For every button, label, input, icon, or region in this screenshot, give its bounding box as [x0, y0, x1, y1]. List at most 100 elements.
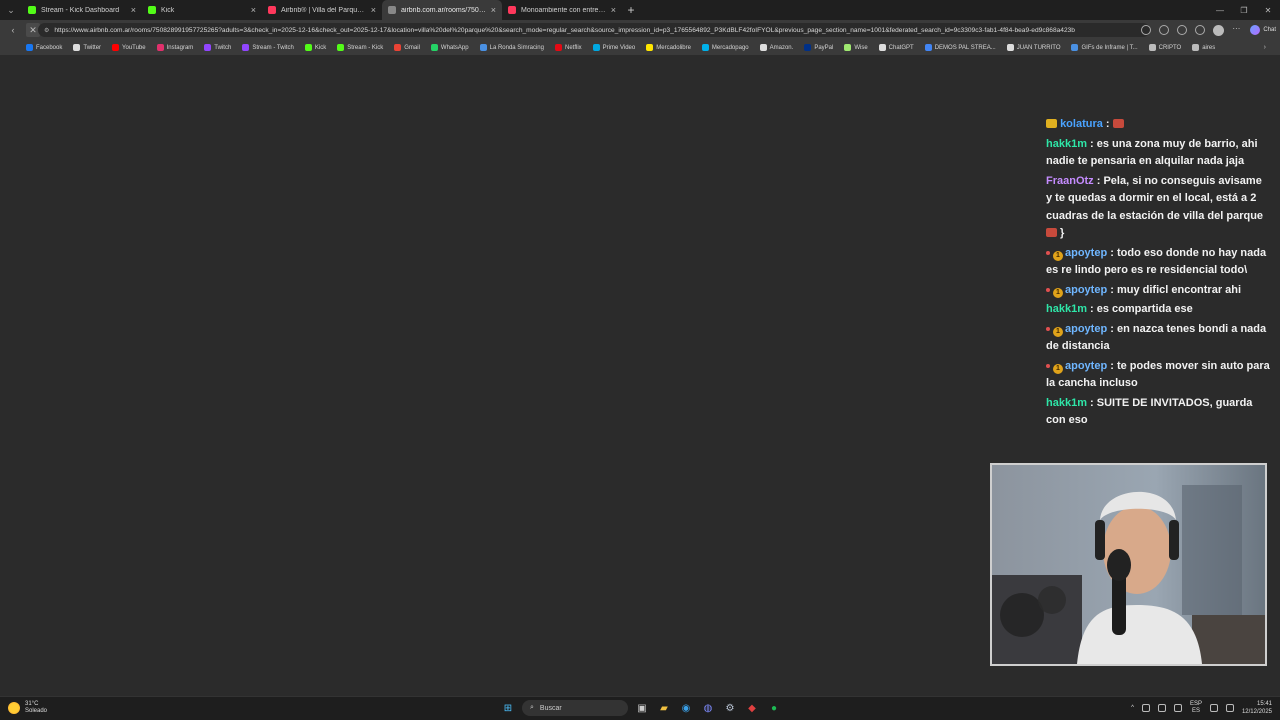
- bookmark-item[interactable]: ChatGPT: [878, 44, 914, 51]
- browser-tab[interactable]: airbnb.com.ar/rooms/75082891 ×: [382, 0, 502, 20]
- bookmark-favicon-icon: [701, 44, 709, 51]
- task-view-icon[interactable]: ▣: [634, 700, 650, 716]
- chat-message: 1 apoytep : te podes mover sin auto para …: [1046, 359, 1270, 389]
- tab-close-icon[interactable]: ×: [611, 5, 616, 15]
- clock[interactable]: 15:41 12/12/2025: [1242, 700, 1272, 716]
- collections-icon[interactable]: [1195, 25, 1206, 35]
- bookmark-star-icon[interactable]: [1141, 25, 1152, 35]
- tab-search-icon[interactable]: ⌄: [0, 0, 22, 20]
- bookmark-label: Kick: [314, 44, 327, 51]
- tray-app3-icon[interactable]: [1173, 704, 1182, 712]
- profile-avatar[interactable]: [1213, 24, 1225, 36]
- tab-close-icon[interactable]: ×: [491, 5, 496, 15]
- windows-start-icon[interactable]: ⊞: [500, 700, 516, 716]
- streaming-app-icon[interactable]: ◆: [744, 700, 760, 716]
- network-icon[interactable]: [1209, 704, 1218, 712]
- taskbar-apps: ⊞ ⌕ Buscar ▣ ▰ ◉ ◍ ⚙ ◆ ●: [500, 700, 782, 716]
- file-explorer-icon[interactable]: ▰: [656, 700, 672, 716]
- volume-icon[interactable]: [1225, 704, 1234, 712]
- tab-close-icon[interactable]: ×: [131, 5, 136, 15]
- address-bar[interactable]: ⚙ https://www.airbnb.com.ar/rooms/750828…: [38, 23, 1150, 37]
- clock-date: 12/12/2025: [1241, 709, 1272, 715]
- bookmark-item[interactable]: Stream - Twitch: [242, 44, 294, 51]
- badge-emote-icon: [1046, 119, 1057, 128]
- spotify-icon[interactable]: ●: [766, 700, 782, 716]
- back-icon[interactable]: ‹: [6, 23, 20, 37]
- bookmark-item[interactable]: WhatsApp: [430, 44, 469, 51]
- toolbar-actions: ⋯ Chat: [1141, 23, 1276, 37]
- tab-favicon-icon: [148, 6, 156, 14]
- copilot-chat-button[interactable]: Chat: [1250, 25, 1276, 35]
- bookmark-item[interactable]: Mercadolibre: [646, 44, 691, 51]
- tray-overflow-icon[interactable]: ^: [1131, 705, 1134, 711]
- bookmark-favicon-icon: [1071, 44, 1079, 51]
- browser-tab[interactable]: Airbnb® | Villa del Parque: Alojam ×: [262, 0, 382, 20]
- tray-app2-icon[interactable]: [1157, 704, 1166, 712]
- bookmark-item[interactable]: CRIPTO: [1148, 44, 1181, 51]
- chat-username[interactable]: apoytep: [1065, 284, 1107, 296]
- restore-icon[interactable]: ❐: [1232, 0, 1256, 20]
- taskbar-search[interactable]: ⌕ Buscar: [522, 700, 628, 716]
- bookmark-item[interactable]: GIFs de Inframe | T...: [1071, 44, 1138, 51]
- edge-browser-icon[interactable]: ◉: [678, 700, 694, 716]
- bookmark-favicon-icon: [592, 44, 600, 51]
- browser-tab[interactable]: Kick ×: [142, 0, 262, 20]
- extensions-icon[interactable]: [1159, 25, 1170, 35]
- bookmark-favicon-icon: [430, 44, 438, 51]
- bookmark-label: Twitter: [83, 44, 102, 51]
- chat-username[interactable]: apoytep: [1065, 323, 1107, 335]
- site-info-icon[interactable]: ⚙: [44, 27, 49, 34]
- bookmark-item[interactable]: Twitter: [73, 44, 101, 51]
- bookmark-item[interactable]: Mercadopago: [701, 44, 749, 51]
- tab-close-icon[interactable]: ×: [251, 5, 256, 15]
- bookmark-item[interactable]: La Ronda Simracing: [479, 44, 544, 51]
- bookmark-favicon-icon: [1192, 44, 1200, 51]
- bookmark-item[interactable]: Twitch: [204, 44, 231, 51]
- tray-app-icon[interactable]: [1141, 704, 1150, 712]
- language-indicator[interactable]: ESP ES: [1190, 701, 1202, 715]
- bookmark-favicon-icon: [112, 44, 120, 51]
- chat-username[interactable]: FraanOtz: [1046, 175, 1094, 187]
- bookmark-item[interactable]: Prime Video: [592, 44, 635, 51]
- bookmark-item[interactable]: aires: [1192, 44, 1215, 51]
- bookmark-item[interactable]: YouTube: [112, 44, 146, 51]
- browser-toolbar: ‹ ✕ ⚙ https://www.airbnb.com.ar/rooms/75…: [0, 20, 1280, 40]
- bookmark-favicon-icon: [73, 44, 81, 51]
- chat-username[interactable]: hakk1m: [1046, 138, 1087, 150]
- bookmark-item[interactable]: Facebook: [26, 44, 62, 51]
- bookmark-item[interactable]: Wise: [844, 44, 868, 51]
- steam-icon[interactable]: ⚙: [722, 700, 738, 716]
- bookmark-label: La Ronda Simracing: [489, 44, 544, 51]
- bookmark-item[interactable]: DEMOS PAL STREA...: [924, 44, 996, 51]
- chat-username[interactable]: apoytep: [1065, 360, 1107, 372]
- weather-widget[interactable]: 31°C Soleado: [8, 701, 47, 715]
- browser-tab[interactable]: Stream - Kick Dashboard ×: [22, 0, 142, 20]
- close-window-icon[interactable]: ✕: [1256, 0, 1280, 20]
- bookmark-item[interactable]: JUAN TURRITO: [1006, 44, 1060, 51]
- chat-username[interactable]: hakk1m: [1046, 303, 1087, 315]
- chat-username[interactable]: hakk1m: [1046, 397, 1087, 409]
- chat-username[interactable]: apoytep: [1065, 247, 1107, 259]
- bookmark-item[interactable]: Gmail: [394, 44, 420, 51]
- minimize-icon[interactable]: —: [1208, 0, 1232, 20]
- bookmark-item[interactable]: Netflix: [554, 44, 582, 51]
- tab-favicon-icon: [388, 6, 396, 14]
- bookmarks-overflow-icon[interactable]: ›: [1264, 44, 1266, 51]
- bookmark-item[interactable]: PayPal: [804, 44, 833, 51]
- gifter-badge-icon: 1: [1053, 287, 1063, 298]
- new-tab-button[interactable]: +: [622, 0, 640, 20]
- chat-username[interactable]: kolatura: [1060, 118, 1103, 130]
- bookmark-label: Mercadolibre: [656, 44, 691, 51]
- favorites-icon[interactable]: [1177, 25, 1188, 35]
- discord-icon[interactable]: ◍: [700, 700, 716, 716]
- bookmark-item[interactable]: Amazon.: [759, 44, 793, 51]
- bookmark-item[interactable]: Kick: [304, 44, 327, 51]
- tab-close-icon[interactable]: ×: [371, 5, 376, 15]
- chat-message: 1 apoytep : muy dificl encontrar ahi: [1046, 282, 1270, 300]
- bookmark-item[interactable]: Stream - Kick: [337, 44, 383, 51]
- bookmark-label: Instagram: [166, 44, 194, 51]
- menu-dots-icon[interactable]: ⋯: [1232, 25, 1242, 35]
- weather-temp: 31°C: [25, 701, 39, 707]
- browser-tab[interactable]: Monoambiente con entrepiso - D ×: [502, 0, 622, 20]
- bookmark-item[interactable]: Instagram: [156, 44, 194, 51]
